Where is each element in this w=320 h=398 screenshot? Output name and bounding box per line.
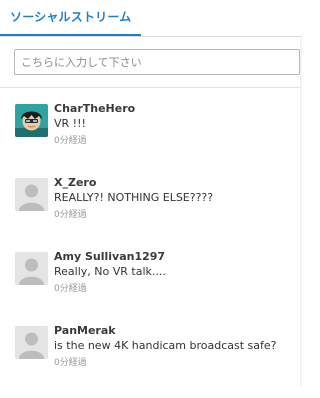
tab-bar: ソーシャルストリーム [0,0,302,37]
search-area [0,37,302,88]
post-time: 0分経過 [54,210,87,220]
post-username[interactable]: CharTheHero [54,102,135,115]
list-item: Amy Sullivan1297 Really, No VR talk.... … [0,250,302,324]
post-message: REALLY?! NOTHING ELSE???? [54,191,214,204]
post-message: Really, No VR talk.... [54,265,166,278]
list-item: CharTheHero VR !!! 0分経過 [0,102,302,176]
post-time: 0分経過 [54,284,87,294]
post-username[interactable]: Amy Sullivan1297 [54,250,165,263]
comment-input[interactable] [14,49,300,75]
social-stream-panel: ソーシャルストリーム CharTheHero VR !!! 0分経過 [0,0,302,386]
post-message: is the new 4K handicam broadcast safe? [54,339,277,352]
default-avatar-icon[interactable] [15,326,48,359]
default-avatar-icon[interactable] [15,178,48,211]
list-item: PanMerak is the new 4K handicam broadcas… [0,324,302,398]
scrollbar-track[interactable] [300,37,302,386]
feed-list: CharTheHero VR !!! 0分経過 X_Zero REALLY?! … [0,88,302,398]
tab-social-stream[interactable]: ソーシャルストリーム [0,0,142,36]
post-message: VR !!! [54,117,86,130]
post-time: 0分経過 [54,136,87,146]
post-time: 0分経過 [54,358,87,368]
default-avatar-icon[interactable] [15,252,48,285]
avatar-character-icon[interactable] [15,104,48,137]
list-item: X_Zero REALLY?! NOTHING ELSE???? 0分経過 [0,176,302,250]
post-username[interactable]: X_Zero [54,176,96,189]
post-username[interactable]: PanMerak [54,324,116,337]
